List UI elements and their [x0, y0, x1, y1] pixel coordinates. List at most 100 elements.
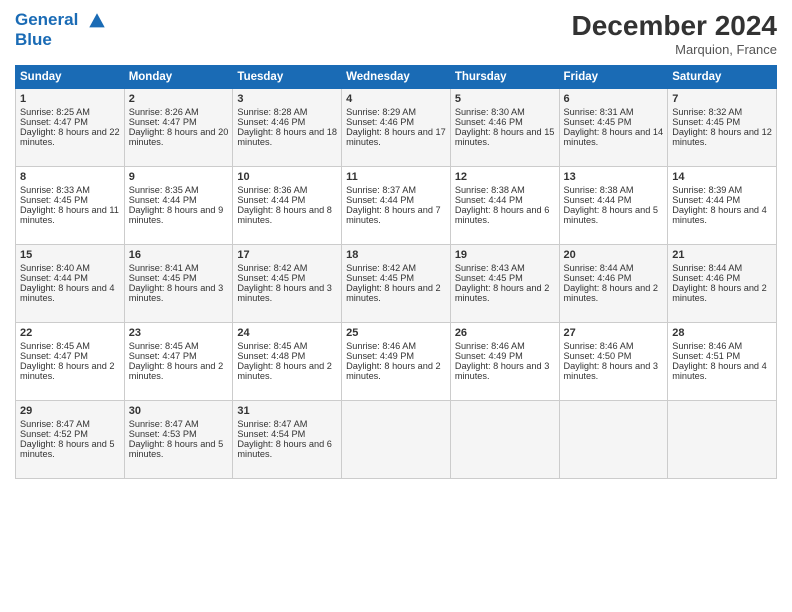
location: Marquion, France [572, 42, 777, 57]
day-number: 30 [129, 405, 229, 417]
col-monday: Monday [124, 66, 233, 89]
daylight-label: Daylight: 8 hours and 6 minutes. [455, 205, 550, 225]
page: General Blue December 2024 Marquion, Fra… [0, 0, 792, 612]
sunset: Sunset: 4:53 PM [129, 429, 197, 439]
day-number: 6 [564, 93, 664, 105]
table-row: 18Sunrise: 8:42 AMSunset: 4:45 PMDayligh… [342, 245, 451, 323]
day-number: 15 [20, 249, 120, 261]
sunset: Sunset: 4:45 PM [129, 273, 197, 283]
col-sunday: Sunday [16, 66, 125, 89]
sunset: Sunset: 4:44 PM [20, 273, 88, 283]
daylight-label: Daylight: 8 hours and 4 minutes. [672, 361, 767, 381]
day-number: 11 [346, 171, 446, 183]
week-row-2: 8Sunrise: 8:33 AMSunset: 4:45 PMDaylight… [16, 167, 777, 245]
month-title: December 2024 [572, 10, 777, 42]
day-number: 14 [672, 171, 772, 183]
day-number: 4 [346, 93, 446, 105]
daylight-label: Daylight: 8 hours and 6 minutes. [237, 439, 332, 459]
table-row: 14 Sunrise: 8:39 AMSunset: 4:44 PMDayligh… [668, 167, 777, 245]
sunrise: Sunrise: 8:46 AM [564, 341, 634, 351]
daylight-label: Daylight: 8 hours and 8 minutes. [237, 205, 332, 225]
sunrise: Sunrise: 8:36 AM [237, 185, 307, 195]
sunset: Sunset: 4:47 PM [129, 117, 197, 127]
col-tuesday: Tuesday [233, 66, 342, 89]
sunset: Sunset: 4:45 PM [20, 195, 88, 205]
sunset: Sunset: 4:46 PM [346, 117, 414, 127]
daylight-label: Daylight: 8 hours and 4 minutes. [20, 283, 115, 303]
day-number: 22 [20, 327, 120, 339]
sunset: Sunset: 4:46 PM [672, 273, 740, 283]
daylight-label: Daylight: 8 hours and 22 minutes. [20, 127, 120, 147]
table-row [559, 401, 668, 479]
table-row [668, 401, 777, 479]
sunset: Sunset: 4:44 PM [346, 195, 414, 205]
table-row: 3Sunrise: 8:28 AMSunset: 4:46 PMDaylight… [233, 89, 342, 167]
sunset: Sunset: 4:45 PM [346, 273, 414, 283]
sunset: Sunset: 4:48 PM [237, 351, 305, 361]
sunset: Sunset: 4:45 PM [564, 117, 632, 127]
daylight-label: Daylight: 8 hours and 5 minutes. [564, 205, 659, 225]
sunrise: Sunrise: 8:42 AM [237, 263, 307, 273]
day-number: 19 [455, 249, 555, 261]
daylight-label: Daylight: 8 hours and 2 minutes. [455, 283, 550, 303]
table-row [450, 401, 559, 479]
daylight-label: Daylight: 8 hours and 2 minutes. [20, 361, 115, 381]
col-thursday: Thursday [450, 66, 559, 89]
sunset: Sunset: 4:44 PM [129, 195, 197, 205]
table-row [342, 401, 451, 479]
sunrise: Sunrise: 8:39 AM [672, 185, 742, 195]
sunrise: Sunrise: 8:35 AM [129, 185, 199, 195]
table-row: 31Sunrise: 8:47 AMSunset: 4:54 PMDayligh… [233, 401, 342, 479]
daylight-label: Daylight: 8 hours and 20 minutes. [129, 127, 229, 147]
week-row-3: 15Sunrise: 8:40 AMSunset: 4:44 PMDayligh… [16, 245, 777, 323]
day-number: 24 [237, 327, 337, 339]
day-number: 12 [455, 171, 555, 183]
col-saturday: Saturday [668, 66, 777, 89]
sunset: Sunset: 4:46 PM [564, 273, 632, 283]
daylight-label: Daylight: 8 hours and 9 minutes. [129, 205, 224, 225]
daylight-label: Daylight: 8 hours and 5 minutes. [129, 439, 224, 459]
day-number: 10 [237, 171, 337, 183]
day-number: 3 [237, 93, 337, 105]
sunrise: Sunrise: 8:47 AM [237, 419, 307, 429]
sunset: Sunset: 4:45 PM [455, 273, 523, 283]
header-row: Sunday Monday Tuesday Wednesday Thursday… [16, 66, 777, 89]
sunrise: Sunrise: 8:44 AM [564, 263, 634, 273]
day-number: 29 [20, 405, 120, 417]
table-row: 11Sunrise: 8:37 AMSunset: 4:44 PMDayligh… [342, 167, 451, 245]
daylight-label: Daylight: 8 hours and 5 minutes. [20, 439, 115, 459]
sunrise: Sunrise: 8:41 AM [129, 263, 199, 273]
sunrise: Sunrise: 8:45 AM [20, 341, 90, 351]
logo-general: General [15, 10, 78, 29]
sunrise: Sunrise: 8:32 AM [672, 107, 742, 117]
daylight-label: Daylight: 8 hours and 2 minutes. [564, 283, 659, 303]
day-number: 2 [129, 93, 229, 105]
table-row: 19Sunrise: 8:43 AMSunset: 4:45 PMDayligh… [450, 245, 559, 323]
table-row: 5Sunrise: 8:30 AMSunset: 4:46 PMDaylight… [450, 89, 559, 167]
sunrise: Sunrise: 8:30 AM [455, 107, 525, 117]
table-row: 20Sunrise: 8:44 AMSunset: 4:46 PMDayligh… [559, 245, 668, 323]
sunrise: Sunrise: 8:47 AM [20, 419, 90, 429]
daylight-label: Daylight: 8 hours and 7 minutes. [346, 205, 441, 225]
table-row: 1Sunrise: 8:25 AMSunset: 4:47 PMDaylight… [16, 89, 125, 167]
daylight-label: Daylight: 8 hours and 2 minutes. [346, 361, 441, 381]
day-number: 1 [20, 93, 120, 105]
sunset: Sunset: 4:44 PM [564, 195, 632, 205]
table-row: 24Sunrise: 8:45 AMSunset: 4:48 PMDayligh… [233, 323, 342, 401]
sunset: Sunset: 4:46 PM [455, 117, 523, 127]
sunrise: Sunrise: 8:29 AM [346, 107, 416, 117]
sunrise: Sunrise: 8:42 AM [346, 263, 416, 273]
sunset: Sunset: 4:49 PM [346, 351, 414, 361]
sunset: Sunset: 4:45 PM [672, 117, 740, 127]
sunrise: Sunrise: 8:28 AM [237, 107, 307, 117]
sunset: Sunset: 4:44 PM [672, 195, 740, 205]
daylight-label: Daylight: 8 hours and 2 minutes. [237, 361, 332, 381]
sunset: Sunset: 4:52 PM [20, 429, 88, 439]
daylight-label: Daylight: 8 hours and 4 minutes. [672, 205, 767, 225]
table-row: 21Sunrise: 8:44 AMSunset: 4:46 PMDayligh… [668, 245, 777, 323]
sunrise: Sunrise: 8:31 AM [564, 107, 634, 117]
table-row: 16Sunrise: 8:41 AMSunset: 4:45 PMDayligh… [124, 245, 233, 323]
table-row: 7Sunrise: 8:32 AMSunset: 4:45 PMDaylight… [668, 89, 777, 167]
daylight-label: Daylight: 8 hours and 15 minutes. [455, 127, 555, 147]
day-number: 27 [564, 327, 664, 339]
